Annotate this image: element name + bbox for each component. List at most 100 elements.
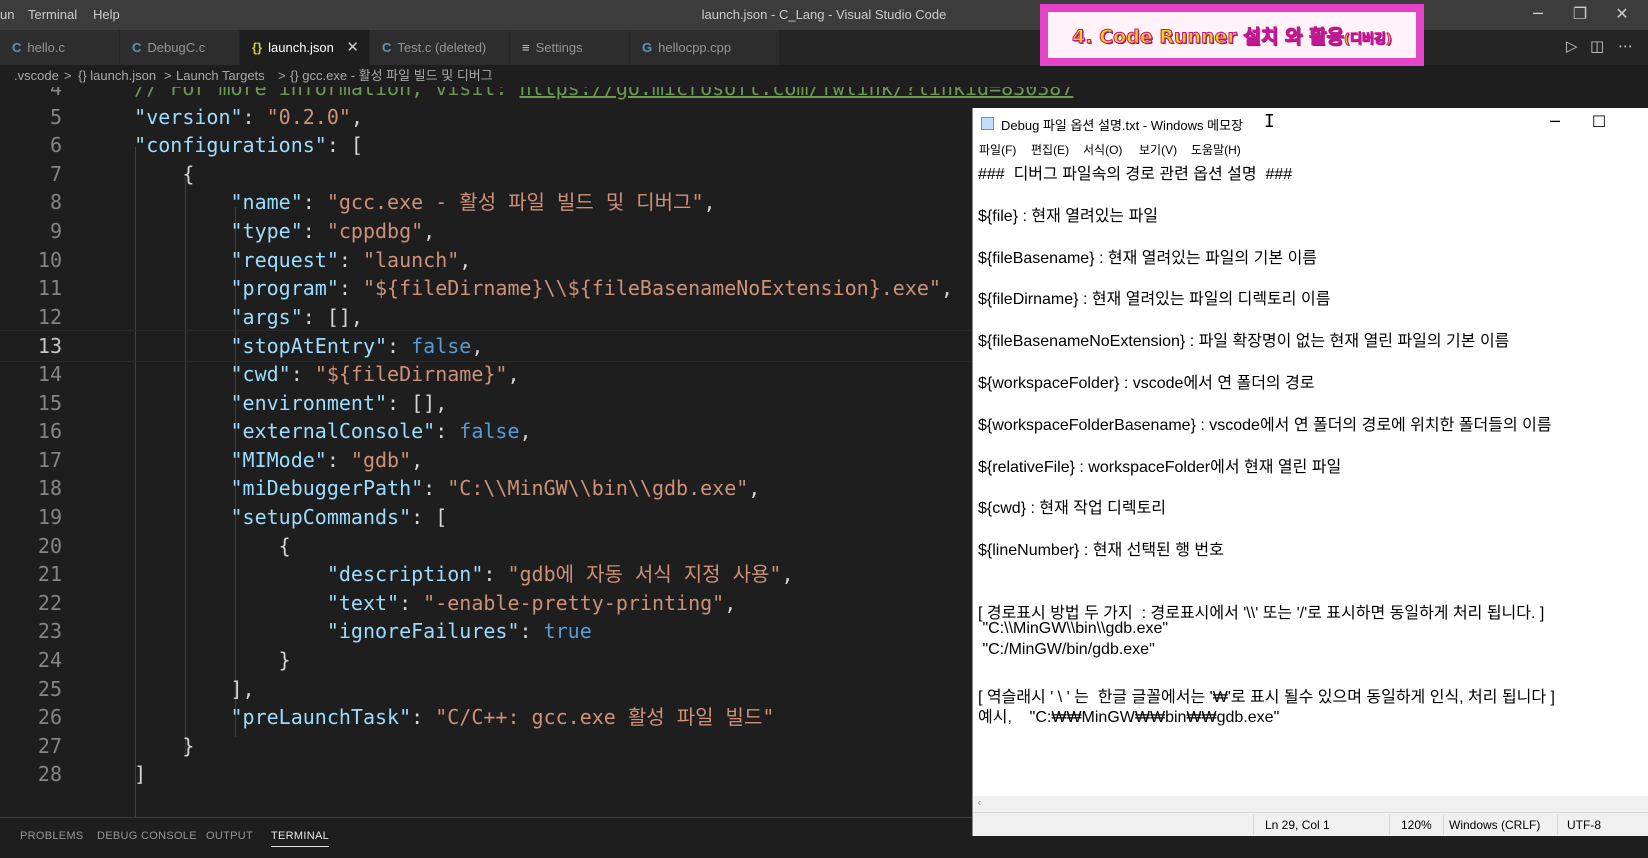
- line-number: 16: [37, 419, 62, 444]
- notepad-menu-help[interactable]: 도움말(H): [1191, 141, 1241, 158]
- panel-tab-problems[interactable]: PROBLEMS: [20, 830, 84, 842]
- breadcrumb-launch-json[interactable]: {} launch.json: [78, 65, 156, 87]
- code-token: "stopAtEntry": [230, 334, 388, 359]
- code-line[interactable]: 4 // For more information, visit: https:…: [0, 87, 1648, 103]
- status-separator: [1253, 815, 1254, 835]
- close-tab-icon[interactable]: ✕: [346, 30, 359, 65]
- code-token: "C/C++: gcc.exe 활성 파일 빌드": [435, 705, 775, 730]
- c-file-icon: C: [382, 40, 392, 55]
- line-number: 5: [49, 104, 62, 129]
- notepad-status-bar: Ln 29, Col 1 120% Windows (CRLF) UTF-8: [973, 812, 1648, 836]
- breadcrumb-config[interactable]: {} gcc.exe - 활성 파일 빌드 및 디버그: [290, 65, 493, 87]
- notepad-title: Debug 파일 옵션 설명.txt - Windows 메모장: [1001, 118, 1244, 133]
- notepad-text-line: ${fileDirname} : 현재 열려있는 파일의 디렉토리 이름: [978, 291, 1331, 309]
- code-token: :: [326, 447, 351, 472]
- code-token: ,: [781, 562, 794, 587]
- tab-launch-json[interactable]: {} launch.json ✕: [240, 30, 370, 65]
- split-editor-icon[interactable]: ◫: [1590, 37, 1604, 55]
- run-icon[interactable]: ▷: [1566, 37, 1578, 55]
- code-token: "description": [326, 562, 484, 587]
- code-token: ,: [507, 362, 520, 386]
- code-text: "version": "0.2.0",: [86, 102, 363, 132]
- notepad-text-area[interactable]: ### 디버그 파일속의 경로 관련 옵션 설명 ### ${file} : 현재…: [973, 160, 1633, 820]
- panel-tab-debug-console[interactable]: DEBUG CONSOLE: [97, 830, 197, 842]
- notepad-menu-bar: 파일(F) 편집(E) 서식(O) 보기(V) 도움말(H): [973, 138, 1648, 160]
- tab-label: Test.c (deleted): [397, 40, 487, 55]
- code-token: : [],: [302, 304, 363, 329]
- breadcrumb-separator: >: [164, 68, 172, 83]
- tab-settings[interactable]: ≡ Settings: [510, 30, 630, 65]
- notepad-horizontal-scrollbar[interactable]: ‹: [973, 796, 1648, 812]
- notepad-minimize-button[interactable]: ─: [1533, 112, 1577, 131]
- notepad-maximize-button[interactable]: ☐: [1577, 112, 1621, 131]
- code-token: :: [411, 705, 436, 730]
- line-number: 23: [37, 619, 62, 644]
- code-token: ,: [411, 447, 424, 472]
- code-token: "MIMode": [230, 447, 327, 472]
- notepad-text-line: ${workspaceFolderBasename} : vscode에서 연 …: [978, 416, 1552, 434]
- minimize-button[interactable]: ─: [1518, 4, 1558, 23]
- status-separator: [1557, 815, 1558, 835]
- code-text: "externalConsole": false,: [86, 416, 532, 446]
- c-file-icon: C: [132, 40, 142, 55]
- breadcrumb-launch-targets[interactable]: Launch Targets: [176, 65, 265, 87]
- video-title-banner: 4. Code Runner 설치 와 활용(디버깅): [1040, 4, 1424, 66]
- line-number: 26: [37, 705, 62, 730]
- tab-hello-c[interactable]: Chello.c: [0, 30, 120, 65]
- cpp-file-icon: G: [642, 40, 653, 55]
- scroll-left-icon[interactable]: ‹: [977, 796, 981, 809]
- notepad-text-line: ${cwd} : 현재 작업 디렉토리: [978, 500, 1167, 518]
- code-token: "0.2.0": [266, 104, 351, 129]
- line-number: 6: [49, 133, 62, 158]
- code-token: "preLaunchTask": [230, 705, 412, 730]
- line-number: 27: [37, 733, 62, 758]
- code-token: "gdb에 자동 서식 지정 사용": [507, 562, 782, 587]
- code-token: }: [86, 733, 195, 758]
- notepad-text-line: ${workspaceFolder} : vscode에서 연 폴더의 경로: [978, 375, 1315, 392]
- restore-button[interactable]: ❐: [1560, 4, 1600, 23]
- code-token: "launch": [362, 247, 460, 272]
- tab-debugc-c[interactable]: C DebugC.c: [120, 30, 240, 65]
- more-actions-icon[interactable]: ⋯: [1618, 37, 1633, 55]
- code-text: ],: [86, 674, 254, 704]
- tab-label: hellocpp.cpp: [658, 40, 732, 55]
- code-token: "gdb": [350, 447, 412, 472]
- code-text: "program": "${fileDirname}\\${fileBasena…: [86, 273, 953, 303]
- tab-hellocpp-cpp[interactable]: Ghellocpp.cpp: [630, 30, 780, 65]
- notepad-menu-file[interactable]: 파일(F): [979, 141, 1016, 158]
- code-token: :: [302, 219, 327, 243]
- code-token: :: [435, 419, 460, 444]
- notepad-title-bar[interactable]: Debug 파일 옵션 설명.txt - Windows 메모장 ─ ☐: [973, 108, 1648, 138]
- code-token: "-enable-pretty-printing": [423, 590, 725, 615]
- tab-test-c-deleted[interactable]: C Test.c (deleted): [370, 30, 510, 65]
- close-window-button[interactable]: ✕: [1602, 4, 1642, 23]
- panel-tab-output[interactable]: OUTPUT: [206, 830, 253, 842]
- breadcrumb-vscode[interactable]: .vscode: [14, 65, 59, 87]
- notepad-text-line: ${lineNumber} : 현재 선택된 행 번호: [978, 542, 1224, 560]
- notepad-menu-edit[interactable]: 편집(E): [1031, 141, 1069, 158]
- text-cursor-icon: I: [1264, 111, 1275, 132]
- code-token: {: [86, 533, 291, 558]
- notepad-menu-format[interactable]: 서식(O): [1083, 141, 1122, 158]
- notepad-window[interactable]: Debug 파일 옵션 설명.txt - Windows 메모장 ─ ☐ 파일(…: [972, 108, 1648, 836]
- code-token: true: [543, 619, 592, 644]
- code-token: ,: [519, 419, 532, 444]
- tab-label: DebugC.c: [147, 40, 206, 55]
- panel-tab-terminal[interactable]: TERMINAL: [271, 830, 330, 847]
- code-token: :: [387, 334, 412, 359]
- notepad-menu-view[interactable]: 보기(V): [1139, 141, 1177, 158]
- line-number: 22: [37, 590, 62, 615]
- code-token: ,: [703, 190, 716, 215]
- code-text: }: [86, 645, 291, 675]
- code-token: {: [86, 161, 195, 186]
- code-token: "${fileDirname}": [314, 362, 508, 386]
- code-token: "C:\\MinGW\\bin\\gdb.exe": [447, 476, 749, 501]
